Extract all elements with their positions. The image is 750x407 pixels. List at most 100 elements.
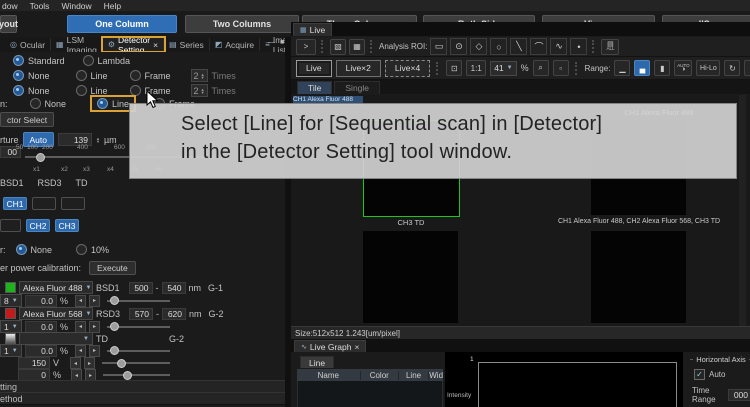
column-header-color[interactable]: Color <box>361 371 399 380</box>
offset-slider-knob[interactable] <box>123 371 132 380</box>
td-laser-dropdown-cropped[interactable]: 1 ▼ <box>0 344 22 357</box>
execute-button[interactable]: Execute <box>89 261 136 275</box>
fit-to-window-icon[interactable]: ⊡ <box>446 60 462 76</box>
ch1-band-from-field[interactable]: 500 <box>129 282 153 294</box>
vertical-scrollbar[interactable] <box>739 95 746 326</box>
time-range-field[interactable]: 000 <box>728 389 750 401</box>
td-laser-slider[interactable] <box>107 350 170 352</box>
tab-series[interactable]: ▤ Series <box>164 38 210 51</box>
channel-empty-button[interactable] <box>61 197 85 210</box>
live-button[interactable]: Live <box>296 60 332 77</box>
hv-increase-button[interactable]: ▸ <box>84 357 95 369</box>
roi-rectangle-icon[interactable]: ▭ <box>430 38 447 55</box>
refresh-icon[interactable]: ↻ <box>724 60 740 76</box>
column-header-width-cropped[interactable]: Wid <box>429 371 443 380</box>
tab-single[interactable]: Single <box>334 81 380 94</box>
roi-polygon-icon[interactable]: ◇ <box>470 38 487 55</box>
standard-radio[interactable] <box>13 55 24 66</box>
tab-tile[interactable]: Tile <box>297 81 332 94</box>
spinner-arrows-icon[interactable]: ▲▼ <box>96 137 100 143</box>
chart-tool-icon[interactable]: ▧ <box>330 39 346 55</box>
tile-row2-right[interactable] <box>591 231 686 323</box>
roi-closed-curve-icon[interactable]: ○ <box>490 38 507 55</box>
ch2-band-to-field[interactable]: 620 <box>162 308 186 320</box>
range-full-icon[interactable]: ▮ <box>654 60 670 76</box>
expand-panel-button[interactable]: > <box>296 39 316 55</box>
ch1-laser-dropdown-cropped[interactable]: 8 ▼ <box>0 294 22 307</box>
column-header-name[interactable]: Name <box>297 371 361 380</box>
actual-size-button[interactable]: 1:1 <box>466 60 486 76</box>
drag-handle[interactable] <box>575 62 579 75</box>
close-icon[interactable]: × <box>354 342 359 352</box>
hv-decrease-button[interactable]: ◂ <box>70 357 81 369</box>
ch1-laser-percent-field[interactable]: 0.0 <box>25 295 57 307</box>
avg1-times-stepper[interactable]: 2 ▲▼ <box>191 69 208 82</box>
spinner-arrows-icon[interactable]: ▲▼ <box>201 73 205 79</box>
lambda-radio[interactable] <box>83 55 94 66</box>
td-laser-slider-knob[interactable] <box>110 346 119 355</box>
drag-handle[interactable] <box>370 40 374 53</box>
series-table-body[interactable] <box>297 381 443 407</box>
range-low-icon[interactable]: ▁ <box>614 60 630 76</box>
method-bar-cropped[interactable]: ethod <box>0 392 285 405</box>
pan-tool-icon[interactable]: ▫ <box>553 60 569 76</box>
drag-handle[interactable] <box>321 40 325 53</box>
live-graph-tab[interactable]: ∿ Live Graph × <box>294 340 366 352</box>
ch2-band-from-field[interactable]: 570 <box>129 308 153 320</box>
drag-handle[interactable] <box>592 40 596 53</box>
td-laser-percent-field[interactable]: 0.0 <box>25 345 57 357</box>
menu-item-tools[interactable]: Tools <box>30 1 50 11</box>
ch1-laser-slider[interactable] <box>107 300 170 302</box>
spinner-arrows-icon[interactable]: ▲▼ <box>201 88 205 94</box>
auto-checkbox[interactable]: ✓ <box>694 369 705 380</box>
ch1-band-to-field[interactable]: 540 <box>162 282 186 294</box>
ch1-laser-decrease-button[interactable]: ◂ <box>75 295 86 307</box>
layout-tab-cropped[interactable]: yout <box>0 15 17 33</box>
avg1-none-radio[interactable] <box>13 70 24 81</box>
ch2-laser-slider[interactable] <box>107 326 170 328</box>
td-laser-decrease-button[interactable]: ◂ <box>75 345 86 357</box>
column-header-line[interactable]: Line <box>399 371 429 380</box>
live-document-tab[interactable]: ▦ Live <box>293 23 332 36</box>
roi-curve-icon[interactable]: ⌒ <box>530 38 547 55</box>
tab-lsm-imaging[interactable]: ▦ LSM Imaging <box>51 38 103 51</box>
ch1-dye-dropdown[interactable]: Alexa Fluor 488 ▼ <box>19 281 93 294</box>
tab-acquire[interactable]: ◩ Acquire <box>210 38 260 51</box>
minimize-icon[interactable]: — <box>268 39 275 46</box>
roi-polyline-icon[interactable]: ∿ <box>550 38 567 55</box>
ch2-dye-dropdown[interactable]: Alexa Fluor 568 ▼ <box>19 307 93 320</box>
magnifier-icon[interactable]: ⌕ <box>533 60 549 76</box>
menu-item-help[interactable]: Help <box>104 1 121 11</box>
channel-empty-button[interactable] <box>32 197 56 210</box>
laser-none-radio[interactable] <box>16 244 27 255</box>
zoom-percent-dropdown[interactable]: 41 ▼ <box>490 61 516 76</box>
channel-empty-button[interactable] <box>0 219 21 232</box>
roi-point-icon[interactable]: • <box>570 38 587 55</box>
tab-line[interactable]: Line <box>300 356 334 368</box>
undo-icon[interactable]: ↺ <box>744 60 750 76</box>
seq-line-radio[interactable] <box>97 98 108 109</box>
hi-lo-button[interactable]: Hi-Lo <box>696 60 720 76</box>
layout-tab-one-column[interactable]: One Column <box>67 15 177 33</box>
zoom-slider-knob[interactable] <box>36 153 45 162</box>
range-mid-icon[interactable]: ▄ <box>634 60 650 76</box>
hv-slider-knob[interactable] <box>117 359 126 368</box>
hv-value-field[interactable]: 150 <box>18 357 50 369</box>
ch3-button[interactable]: CH3 <box>55 219 79 232</box>
roi-circle-icon[interactable]: ⊙ <box>450 38 467 55</box>
ch1-color-swatch[interactable] <box>5 282 16 293</box>
hv-slider[interactable] <box>102 362 170 364</box>
menu-item-window[interactable]: Window <box>61 1 91 11</box>
layout-tab-two-columns[interactable]: Two Columns <box>185 15 299 33</box>
close-icon[interactable]: × <box>153 40 158 50</box>
offset-slider[interactable] <box>103 374 170 376</box>
detector-select-button[interactable]: ctor Select <box>0 112 54 127</box>
avg1-line-radio[interactable] <box>76 70 87 81</box>
auto-contrast-icon[interactable]: AUTO ◑ <box>674 60 692 76</box>
ch2-laser-percent-field[interactable]: 0.0 <box>25 321 57 333</box>
tab-detector-setting[interactable]: ⚙ Detector Setting × <box>103 38 164 51</box>
avg1-frame-radio[interactable] <box>130 70 141 81</box>
live-x4-button[interactable]: Live×4 <box>385 60 430 77</box>
ch2-button[interactable]: CH2 <box>26 219 50 232</box>
ch1-laser-increase-button[interactable]: ▸ <box>89 295 100 307</box>
